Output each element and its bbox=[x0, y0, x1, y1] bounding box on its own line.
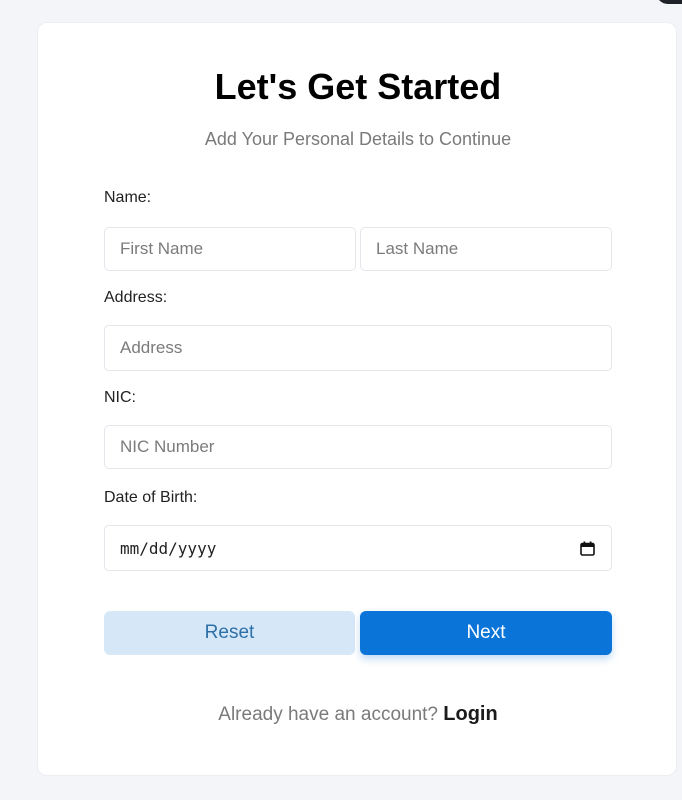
reset-button[interactable]: Reset bbox=[104, 611, 355, 655]
name-label: Name: bbox=[104, 189, 152, 206]
address-input[interactable] bbox=[104, 325, 612, 371]
login-link[interactable]: Login bbox=[443, 703, 497, 725]
calendar-icon[interactable] bbox=[580, 541, 595, 556]
last-name-input[interactable] bbox=[360, 227, 612, 271]
login-prompt-text: Already have an account? bbox=[218, 704, 438, 725]
nic-label: NIC: bbox=[104, 389, 136, 406]
date-of-birth-input[interactable]: mm/dd/yyyy bbox=[104, 525, 612, 571]
login-prompt: Already have an account? Login bbox=[38, 703, 678, 726]
page-title: Let's Get Started bbox=[214, 66, 502, 107]
nic-input[interactable] bbox=[104, 425, 612, 469]
first-name-input[interactable] bbox=[104, 227, 356, 271]
date-placeholder: mm/dd/yyyy bbox=[120, 538, 217, 558]
page-subtitle: Add Your Personal Details to Continue bbox=[204, 129, 512, 149]
dob-label: Date of Birth: bbox=[104, 489, 198, 506]
window-corner bbox=[656, 0, 682, 4]
next-button[interactable]: Next bbox=[360, 611, 612, 655]
address-label: Address: bbox=[104, 289, 168, 306]
signup-card: Let's Get Started Add Your Personal Deta… bbox=[37, 22, 677, 776]
